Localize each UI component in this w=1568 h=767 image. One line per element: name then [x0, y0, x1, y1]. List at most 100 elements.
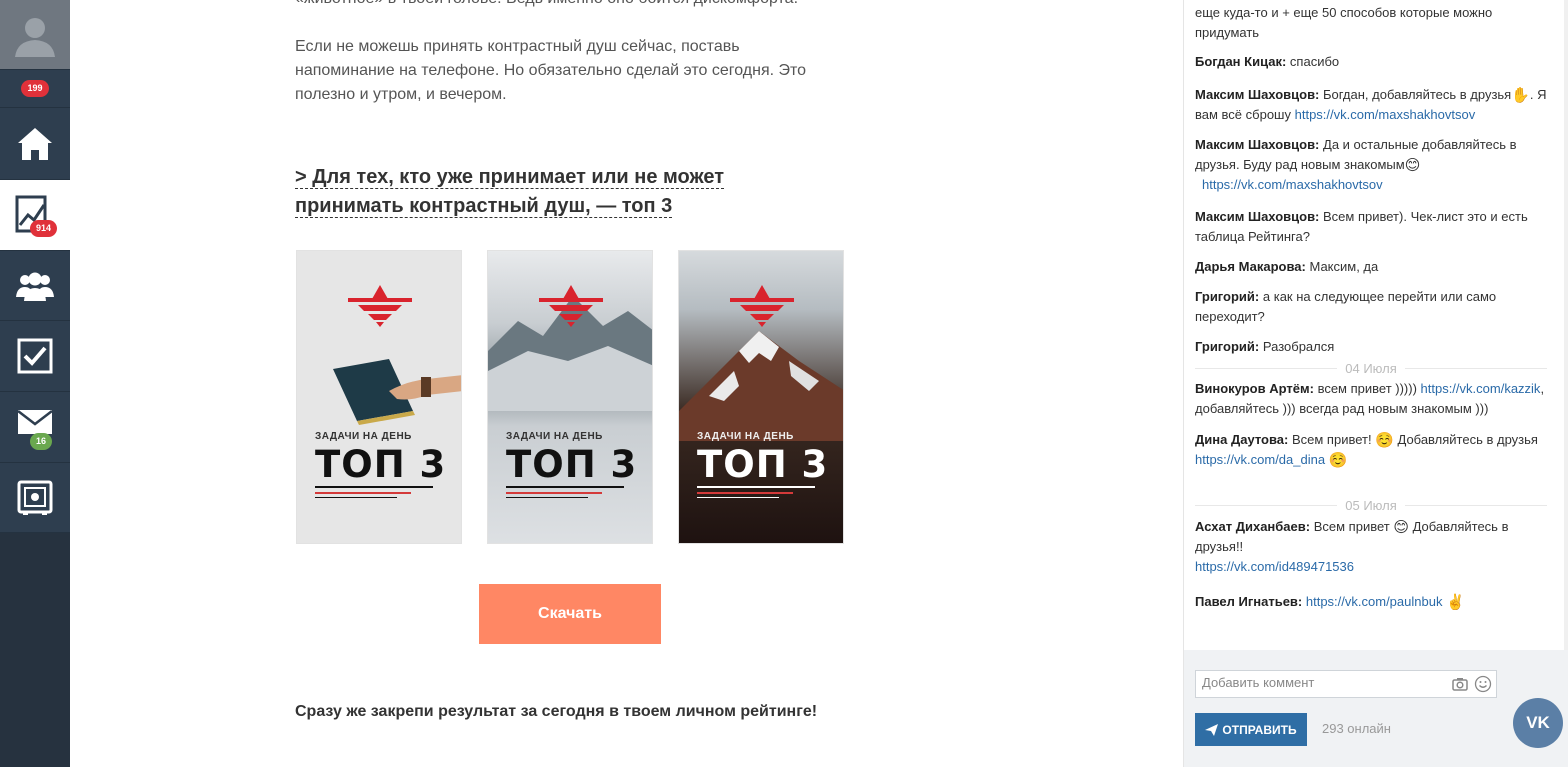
chat-message: еще куда-то и + еще 50 способов которые … [1195, 5, 1493, 40]
home-icon [18, 127, 52, 160]
sidebar-item-home[interactable] [0, 108, 70, 180]
card-underline [697, 486, 815, 488]
emoji-picker-icon[interactable] [1474, 675, 1492, 693]
chat-message: Максим Шаховцов: Да и остальные добавляй… [1195, 137, 1517, 192]
mail-icon [17, 410, 53, 434]
date-label: 05 Июля [1345, 497, 1397, 513]
profile-count-row: 199 [0, 70, 70, 108]
message-author: Григорий: [1195, 339, 1260, 354]
message-author: Дина Даутова: [1195, 432, 1289, 447]
blush-emoji: ☺️ [1375, 432, 1394, 449]
main-content: «животное» в твоей голове. Ведь именно о… [70, 0, 1183, 767]
date-label: 04 Июля [1345, 360, 1397, 376]
comment-placeholder: Добавить коммент [1202, 675, 1315, 690]
card-underline-red [315, 492, 411, 494]
card-underline-thin [506, 497, 588, 498]
left-sidebar: 199 914 16 [0, 0, 70, 767]
chat-message: Максим Шаховцов: Богдан, добавляйтесь в … [1195, 87, 1547, 122]
profile-link[interactable]: https://vk.com/maxshakhovtsov [1202, 177, 1383, 192]
profile-link[interactable]: https://vk.com/id489471536 [1195, 559, 1354, 574]
card-underline [506, 486, 624, 488]
smile-emoji: 😊 [1393, 519, 1409, 536]
smile-emoji: 😊 [1404, 157, 1421, 174]
group-icon [16, 272, 54, 301]
paragraph-text: Если не можешь принять контрастный душ с… [295, 38, 807, 103]
message-author: Максим Шаховцов: [1195, 209, 1320, 224]
chat-message: Асхат Диханбаев: Всем привет 😊 Добавляйт… [1195, 519, 1509, 574]
profile-link[interactable]: https://vk.com/da_dina [1195, 452, 1325, 467]
rating-callout: Сразу же закрепи результат за сегодня в … [295, 703, 818, 720]
comment-input[interactable]: Добавить коммент [1195, 670, 1497, 698]
chat-panel: еще куда-то и + еще 50 способов которые … [1183, 0, 1568, 767]
online-count: 293 онлайн [1322, 721, 1391, 736]
vk-button[interactable]: VK [1513, 698, 1563, 748]
chat-message: Павел Игнатьев: https://vk.com/paulnbuk … [1195, 592, 1547, 612]
avatar-icon [15, 17, 55, 57]
chat-message: Григорий: Разобрался [1195, 339, 1335, 354]
download-button[interactable]: Скачать [479, 584, 661, 644]
card-underline-thin [697, 497, 779, 498]
chat-messages[interactable]: еще куда-то и + еще 50 способов которые … [1184, 0, 1568, 650]
raised-hand-emoji: ✋ [1511, 87, 1530, 104]
card-subtitle: ЗАДАЧИ НА ДЕНЬ [315, 431, 412, 442]
card-top3-dark-mountain[interactable]: ЗАДАЧИ НА ДЕНЬ ТОП 3 [678, 250, 844, 544]
checkbox-icon [17, 338, 53, 374]
date-separator: 04 Июля [1195, 360, 1548, 376]
chat-input-area: Добавить коммент ОТПРАВИТЬ 293 онлайн [1184, 650, 1568, 767]
camera-icon[interactable] [1452, 677, 1468, 691]
profile-link[interactable]: https://vk.com/kazzik [1421, 381, 1541, 396]
mail-count-badge: 16 [30, 433, 53, 450]
chat-message: Максим Шаховцов: Всем привет). Чек-лист … [1195, 209, 1528, 244]
card-title: ТОП 3 [506, 443, 638, 486]
message-author: Павел Игнатьев: [1195, 594, 1303, 609]
chat-message: Богдан Кицак: спасибо [1195, 54, 1340, 69]
vk-logo: VK [1526, 713, 1550, 732]
send-button-label: ОТПРАВИТЬ [1222, 722, 1297, 737]
sidebar-item-safe[interactable] [0, 463, 70, 533]
card-top3-mountains-fog[interactable]: ЗАДАЧИ НА ДЕНЬ ТОП 3 [487, 250, 653, 544]
profile-count-badge: 199 [21, 80, 49, 97]
red-star-logo [730, 285, 794, 327]
rating-count-badge: 914 [30, 220, 58, 237]
card-underline-red [697, 492, 793, 494]
chat-message: Дарья Макарова: Максим, да [1195, 259, 1379, 274]
card-subtitle: ЗАДАЧИ НА ДЕНЬ [506, 431, 603, 442]
card-underline-red [506, 492, 602, 494]
message-author: Винокуров Артём: [1195, 381, 1314, 396]
card-underline-thin [315, 497, 397, 498]
chat-scrollbar[interactable] [1564, 0, 1568, 650]
chat-message: Винокуров Артём: всем привет ))))) https… [1195, 381, 1545, 416]
section-heading-text: > Для тех, кто уже принимает или не може… [295, 166, 725, 218]
message-author: Асхат Диханбаев: [1195, 519, 1311, 534]
victory-hand-emoji: ✌️ [1446, 594, 1465, 611]
book-hand-image [333, 359, 461, 425]
card-title: ТОП 3 [697, 443, 829, 486]
chat-message: Григорий: а как на следующее перейти или… [1195, 289, 1497, 324]
red-star-logo [348, 285, 412, 327]
card-top3-light[interactable]: ЗАДАЧИ НА ДЕНЬ ТОП 3 [296, 250, 462, 544]
section-heading: > Для тех, кто уже принимает или не може… [295, 163, 815, 221]
sidebar-filler [0, 533, 70, 767]
card-underline [315, 486, 433, 488]
paper-plane-icon [1205, 723, 1219, 736]
card-subtitle: ЗАДАЧИ НА ДЕНЬ [697, 431, 794, 442]
blush-emoji: ☺️ [1328, 452, 1348, 469]
message-author: Григорий: [1195, 289, 1260, 304]
date-separator: 05 Июля [1195, 497, 1548, 513]
previous-paragraph: «животное» в твоей голове. Ведь именно о… [295, 0, 825, 11]
profile-avatar[interactable] [0, 0, 70, 70]
sidebar-item-mail[interactable]: 16 [0, 392, 70, 463]
card-title: ТОП 3 [315, 443, 447, 486]
sidebar-item-rating[interactable]: 914 [0, 180, 70, 251]
profile-link[interactable]: https://vk.com/maxshakhovtsov [1295, 107, 1476, 122]
red-star-logo [539, 285, 603, 327]
message-author: Максим Шаховцов: [1195, 87, 1320, 102]
sidebar-item-community[interactable] [0, 251, 70, 321]
message-author: Богдан Кицак: [1195, 54, 1287, 69]
chat-message: Дина Даутова: Всем привет! ☺️ Добавляйте… [1195, 432, 1538, 469]
send-button[interactable]: ОТПРАВИТЬ [1195, 713, 1307, 746]
message-author: Максим Шаховцов: [1195, 137, 1320, 152]
profile-link[interactable]: https://vk.com/paulnbuk [1306, 594, 1443, 609]
sidebar-item-tasks[interactable] [0, 321, 70, 392]
safe-icon [17, 480, 53, 515]
